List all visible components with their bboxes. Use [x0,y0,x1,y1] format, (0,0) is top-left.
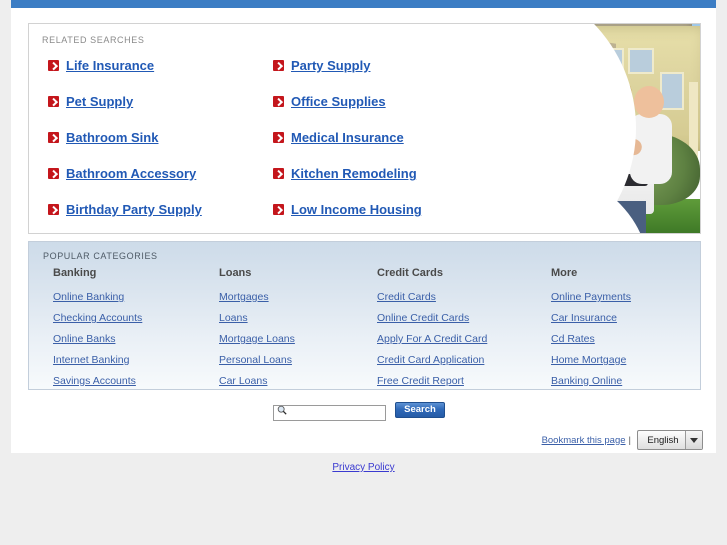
language-select[interactable]: English [637,430,703,450]
category-link[interactable]: Savings Accounts [53,375,142,387]
popular-categories-title: POPULAR CATEGORIES [43,251,158,261]
category-link[interactable]: Mortgages [219,291,295,303]
category-column: Credit Cards Credit Cards Online Credit Ca… [377,267,487,389]
related-search-link[interactable]: Party Supply [291,58,370,73]
page-container: RELATED SEARCHES Life Insurance Pet Supp… [11,0,716,453]
category-link[interactable]: Free Credit Report [377,375,487,387]
related-search-link[interactable]: Low Income Housing [291,202,422,217]
related-search-link[interactable]: Pet Supply [66,94,133,109]
arrow-bullet-icon [273,168,284,179]
category-link[interactable]: Loans [219,312,295,324]
category-link[interactable]: Apply For A Credit Card [377,333,487,345]
related-search-item[interactable]: Birthday Party Supply [48,201,202,218]
category-link[interactable]: Banking Online [551,375,631,387]
arrow-bullet-icon [273,60,284,71]
category-link[interactable]: Car Loans [219,375,295,387]
category-link[interactable]: Home Mortgage [551,354,631,366]
category-link[interactable]: Credit Cards [377,291,487,303]
arrow-bullet-icon [48,60,59,71]
category-link[interactable]: Cd Rates [551,333,631,345]
search-input[interactable] [273,404,386,421]
category-link[interactable]: Online Credit Cards [377,312,487,324]
bookmark-this-page-link[interactable]: Bookmark this page [542,435,626,446]
language-select-value: English [647,434,679,446]
popular-categories-panel: POPULAR CATEGORIES Banking Online Banking… [28,241,701,390]
related-search-item[interactable]: Low Income Housing [273,201,422,218]
related-search-item[interactable]: Office Supplies [273,93,422,110]
category-link[interactable]: Internet Banking [53,354,142,366]
related-search-link[interactable]: Life Insurance [66,58,154,73]
category-heading: Loans [219,267,252,279]
arrow-bullet-icon [273,132,284,143]
arrow-bullet-icon [48,96,59,107]
category-link[interactable]: Online Banks [53,333,142,345]
related-search-item[interactable]: Kitchen Remodeling [273,165,422,182]
related-search-item[interactable]: Life Insurance [48,57,202,74]
related-search-item[interactable]: Bathroom Sink [48,129,202,146]
related-search-link[interactable]: Kitchen Remodeling [291,166,417,181]
category-link[interactable]: Mortgage Loans [219,333,295,345]
related-searches-left-column: Life Insurance Pet Supply Bathroom Sink Bat… [48,57,202,233]
related-searches-right-column: Party Supply Office Supplies Medical Insur… [273,57,422,233]
category-column: Banking Online Banking Checking Accounts On… [53,267,142,389]
search-field-wrapper [273,402,386,421]
top-accent-bar [11,0,716,8]
category-link[interactable]: Credit Card Application [377,354,487,366]
related-search-link[interactable]: Bathroom Sink [66,130,158,145]
privacy-policy-link[interactable]: Privacy Policy [332,462,394,473]
related-searches-panel: RELATED SEARCHES Life Insurance Pet Supp… [28,23,701,234]
search-row: Search [273,402,445,421]
category-link[interactable]: Online Payments [551,291,631,303]
related-search-item[interactable]: Pet Supply [48,93,202,110]
bookmark-language-row: Bookmark this page | English [542,430,703,450]
related-search-link[interactable]: Medical Insurance [291,130,404,145]
category-heading: Banking [53,267,97,279]
related-search-link[interactable]: Birthday Party Supply [66,202,202,217]
category-column: More Online Payments Car Insurance Cd Rates… [551,267,631,389]
category-column: Loans Mortgages Loans Mortgage Loans Persona… [219,267,295,389]
arrow-bullet-icon [48,168,59,179]
category-link[interactable]: Online Banking [53,291,142,303]
category-link[interactable]: Personal Loans [219,354,295,366]
category-heading: Credit Cards [377,267,444,279]
related-search-link[interactable]: Bathroom Accessory [66,166,196,181]
arrow-bullet-icon [273,204,284,215]
related-searches-title: RELATED SEARCHES [42,35,145,45]
privacy-policy-row: Privacy Policy [0,457,727,475]
arrow-bullet-icon [273,96,284,107]
related-search-item[interactable]: Medical Insurance [273,129,422,146]
search-button[interactable]: Search [395,402,445,418]
category-link[interactable]: Car Insurance [551,312,631,324]
arrow-bullet-icon [48,204,59,215]
related-search-link[interactable]: Office Supplies [291,94,386,109]
arrow-bullet-icon [48,132,59,143]
category-link[interactable]: Checking Accounts [53,312,142,324]
chevron-down-icon [685,431,702,449]
bookmark-separator: | [628,434,631,446]
category-heading: More [551,267,578,279]
family-house-photo [458,24,700,233]
related-search-item[interactable]: Bathroom Accessory [48,165,202,182]
related-search-item[interactable]: Party Supply [273,57,422,74]
